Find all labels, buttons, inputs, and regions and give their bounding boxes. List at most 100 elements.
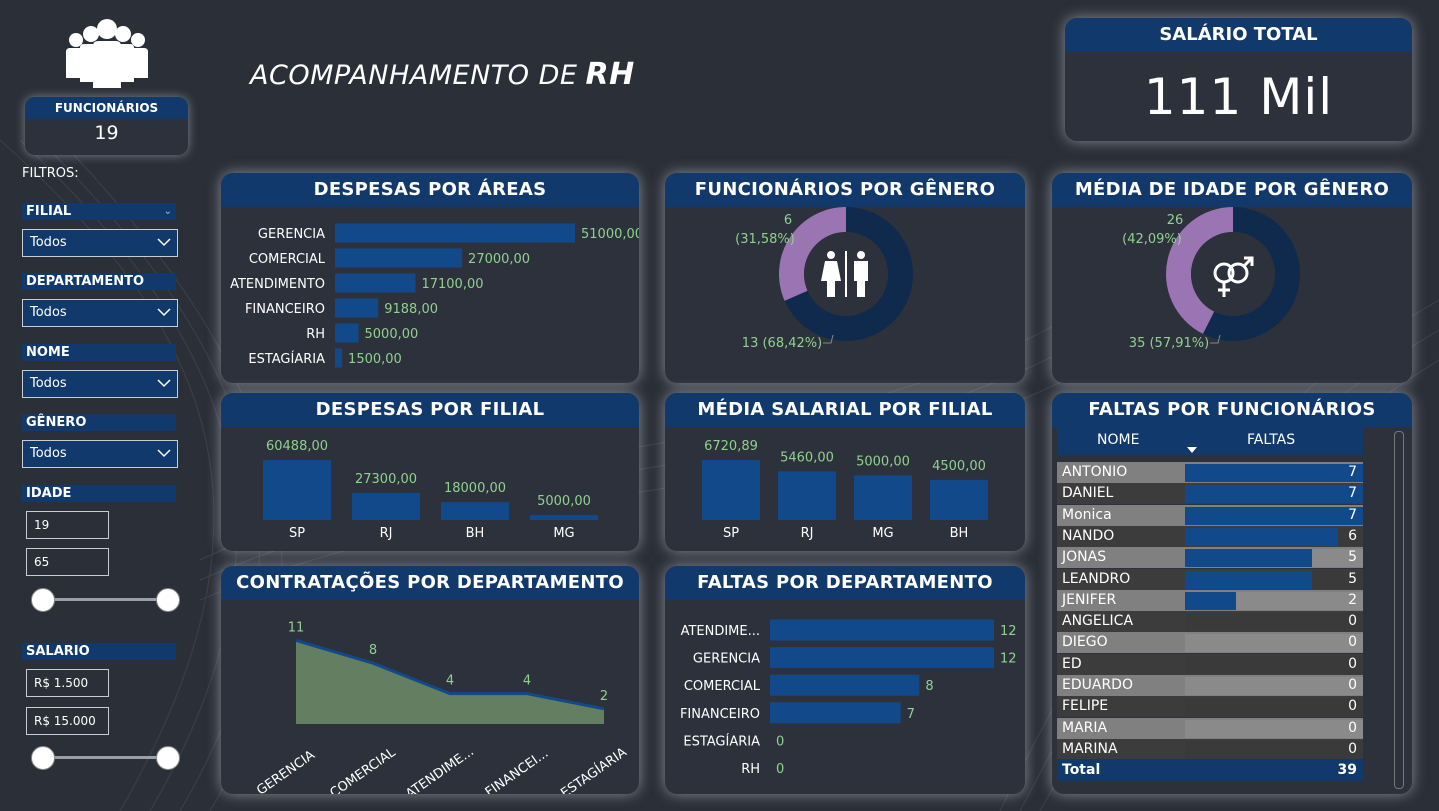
- data-label: 5460,00: [780, 450, 834, 465]
- category-label: MG: [872, 526, 893, 541]
- table-row[interactable]: EDUARDO 0: [1057, 675, 1363, 696]
- table-row[interactable]: MARINA 0: [1057, 738, 1363, 760]
- filter-filial-value: Todos: [30, 235, 67, 250]
- data-bar: [1185, 570, 1313, 589]
- row-value: 6: [1348, 527, 1357, 544]
- salario-min-input[interactable]: R$ 1.500: [26, 669, 109, 697]
- table-row[interactable]: FELIPE 0: [1057, 696, 1363, 718]
- table-total-row: Total 39: [1057, 759, 1363, 781]
- chart-contratacoes: CONTRATAÇÕES POR DEPARTAMENTO 11 GERENCIA…: [221, 566, 639, 794]
- data-label: 9188,00: [384, 302, 438, 317]
- chart-title: CONTRATAÇÕES POR DEPARTAMENTO: [221, 566, 639, 600]
- table-row[interactable]: DIEGO 0: [1057, 632, 1363, 654]
- table-row[interactable]: JENIFER 2: [1057, 589, 1363, 611]
- column-header-nome[interactable]: NOME: [1097, 432, 1139, 448]
- data-label: 17100,00: [421, 277, 483, 292]
- salary-total-label: SALÁRIO TOTAL: [1065, 18, 1412, 52]
- filter-departamento-dropdown[interactable]: Todos: [22, 299, 178, 327]
- filter-genero-dropdown[interactable]: Todos: [22, 440, 178, 468]
- row-value: 7: [1348, 464, 1357, 480]
- idade-min-input[interactable]: 19: [26, 511, 109, 539]
- table-scrollbar[interactable]: [1394, 431, 1404, 789]
- category-label: RJ: [801, 526, 814, 541]
- idade-slider-track[interactable]: [42, 598, 168, 601]
- data-label: 12: [1000, 624, 1017, 639]
- row-name: JONAS: [1062, 549, 1107, 566]
- data-bar: [1185, 527, 1338, 546]
- slice-value-label: 35 (57,91%): [1129, 336, 1209, 351]
- filter-filial-label-text: FILIAL: [26, 204, 72, 219]
- row-value: 7: [1348, 506, 1357, 523]
- bar: [335, 223, 575, 243]
- table-row[interactable]: MARIA 0: [1057, 717, 1363, 739]
- table-row[interactable]: DANIEL 7: [1057, 483, 1363, 505]
- data-label: 4: [523, 674, 531, 689]
- salario-slider-min-handle[interactable]: [31, 746, 55, 770]
- data-label: 51000,00: [581, 227, 639, 242]
- table-row[interactable]: ANGELICA 0: [1057, 611, 1363, 633]
- data-label: 6720,89: [704, 439, 758, 454]
- filter-nome-dropdown[interactable]: Todos: [22, 370, 178, 398]
- table-row[interactable]: ANTONIO 7: [1057, 462, 1363, 483]
- salary-total-card: SALÁRIO TOTAL 111 Mil: [1065, 18, 1412, 141]
- table-row[interactable]: Monica 7: [1057, 504, 1363, 526]
- row-value: 5: [1348, 549, 1357, 566]
- employees-count: 19: [94, 122, 119, 144]
- row-name: ANTONIO: [1062, 464, 1128, 480]
- data-label: 0: [776, 734, 784, 749]
- row-name: MARINA: [1062, 740, 1118, 757]
- data-label: 27000,00: [468, 252, 530, 267]
- data-label: 18000,00: [444, 481, 506, 496]
- idade-max-input[interactable]: 65: [26, 548, 109, 576]
- row-name: ANGELICA: [1062, 613, 1134, 630]
- idade-slider-min-handle[interactable]: [31, 588, 55, 612]
- row-name: LEANDRO: [1062, 570, 1131, 587]
- bar: [770, 674, 920, 696]
- row-value: 0: [1348, 698, 1357, 715]
- data-bar: [1185, 549, 1313, 568]
- data-bar: [1185, 591, 1236, 610]
- table-row[interactable]: NANDO 6: [1057, 525, 1363, 547]
- row-value: 5: [1348, 570, 1357, 587]
- data-label: 1500,00: [348, 352, 402, 367]
- salario-slider-track[interactable]: [42, 756, 168, 759]
- chart-plot: 11 GERENCIA 8 COMERCIAL 4 ATENDIME... 4 FINANCE…: [254, 620, 630, 794]
- page-title-bold: RH: [585, 57, 635, 92]
- total-value: 39: [1337, 762, 1357, 778]
- table-row[interactable]: LEANDRO 5: [1057, 568, 1363, 590]
- data-bar: [1185, 506, 1363, 525]
- group-icon: [66, 19, 148, 88]
- category-label: FINANCEI...: [483, 746, 552, 794]
- category-label: BH: [466, 526, 485, 541]
- data-label: 4500,00: [932, 459, 986, 474]
- bar: [335, 348, 343, 368]
- row-value: 7: [1348, 485, 1357, 502]
- data-bar: [1185, 485, 1363, 504]
- bar: [441, 502, 509, 520]
- salario-slider-max-handle[interactable]: [156, 746, 180, 770]
- sort-desc-icon: [1187, 447, 1197, 453]
- bar-track: [1185, 698, 1363, 717]
- bar: [335, 248, 463, 268]
- column-header-faltas[interactable]: FALTAS: [1247, 432, 1295, 448]
- category-label: ESTAGÍARIA: [558, 744, 630, 794]
- chart-plot: GERENCIA 51000,00 COMERCIAL 27000,00 ATENDIM…: [230, 223, 639, 368]
- chevron-down-icon: ⌄: [163, 206, 172, 217]
- category-label: FINANCEIRO: [245, 302, 325, 317]
- idade-slider-max-handle[interactable]: [156, 588, 180, 612]
- employees-card: FUNCIONÁRIOS 19: [25, 97, 188, 155]
- filter-filial-dropdown[interactable]: Todos: [22, 229, 178, 257]
- bar: [930, 479, 988, 520]
- page-title-prefix: ACOMPANHAMENTO DE: [250, 60, 578, 91]
- category-label: RH: [741, 762, 760, 777]
- row-name: FELIPE: [1062, 698, 1109, 715]
- bar-track: [1185, 634, 1363, 653]
- salario-max-input[interactable]: R$ 15.000: [26, 707, 109, 735]
- bar-track: [1185, 740, 1363, 759]
- category-label: BH: [950, 526, 969, 541]
- table-row[interactable]: ED 0: [1057, 653, 1363, 675]
- row-value: 0: [1348, 677, 1357, 693]
- bar: [770, 647, 994, 669]
- table-row[interactable]: JONAS 5: [1057, 547, 1363, 569]
- chart-title: MÉDIA SALARIAL POR FILIAL: [665, 393, 1025, 427]
